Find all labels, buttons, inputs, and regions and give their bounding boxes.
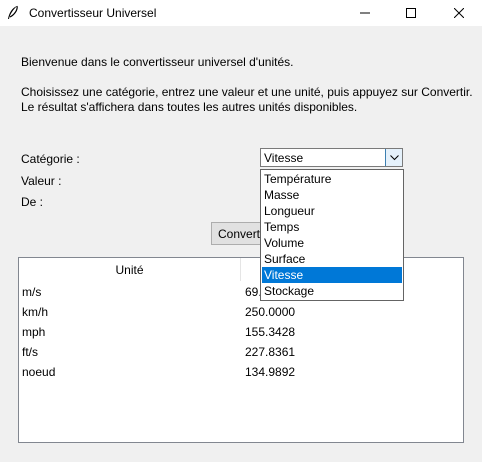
table-row[interactable]: ft/s 227.8361: [19, 342, 463, 362]
table-row[interactable]: noeud 134.9892: [19, 362, 463, 382]
category-selected-value: Vitesse: [264, 151, 304, 165]
maximize-icon: [406, 8, 416, 18]
window-title: Convertisseur Universel: [29, 6, 157, 20]
minimize-icon: [360, 12, 370, 14]
value-cell: 250.0000: [245, 305, 296, 319]
value-cell: 155.3428: [245, 325, 296, 339]
close-button[interactable]: [436, 0, 482, 26]
category-combobox[interactable]: Vitesse: [260, 148, 403, 167]
table-row[interactable]: km/h 250.0000: [19, 302, 463, 322]
unit-cell: km/h: [22, 305, 49, 319]
dropdown-arrow-button[interactable]: [385, 149, 402, 166]
unit-cell: ft/s: [22, 345, 39, 359]
from-label: De :: [21, 195, 44, 209]
category-option[interactable]: Stockage: [262, 283, 402, 299]
unit-cell: mph: [22, 325, 46, 339]
value-label: Valeur :: [21, 174, 62, 188]
value-cell: 134.9892: [245, 365, 296, 379]
category-option[interactable]: Longueur: [262, 203, 402, 219]
instruction-text-1: Choisissez une catégorie, entrez une val…: [21, 85, 473, 99]
unit-cell: noeud: [22, 365, 56, 379]
chevron-down-icon: [389, 154, 399, 160]
instruction-text-2: Le résultat s'affichera dans toutes les …: [21, 100, 358, 114]
category-option-selected[interactable]: Vitesse: [262, 267, 402, 283]
category-dropdown-list[interactable]: Température Masse Longueur Temps Volume …: [260, 169, 404, 301]
category-option[interactable]: Surface: [262, 251, 402, 267]
close-icon: [454, 8, 464, 18]
title-bar: Convertisseur Universel: [0, 0, 482, 26]
category-label: Catégorie :: [21, 152, 80, 166]
feather-icon: [6, 5, 20, 21]
column-header-unit[interactable]: Unité: [19, 263, 240, 277]
minimize-button[interactable]: [342, 0, 388, 26]
category-option[interactable]: Temps: [262, 219, 402, 235]
category-option[interactable]: Température: [262, 171, 402, 187]
welcome-text: Bienvenue dans le convertisseur universe…: [21, 55, 294, 69]
column-separator[interactable]: [240, 258, 241, 281]
table-row[interactable]: mph 155.3428: [19, 322, 463, 342]
category-option[interactable]: Volume: [262, 235, 402, 251]
unit-cell: m/s: [22, 285, 42, 299]
value-cell: 227.8361: [245, 345, 296, 359]
category-option[interactable]: Masse: [262, 187, 402, 203]
maximize-button[interactable]: [388, 0, 434, 26]
